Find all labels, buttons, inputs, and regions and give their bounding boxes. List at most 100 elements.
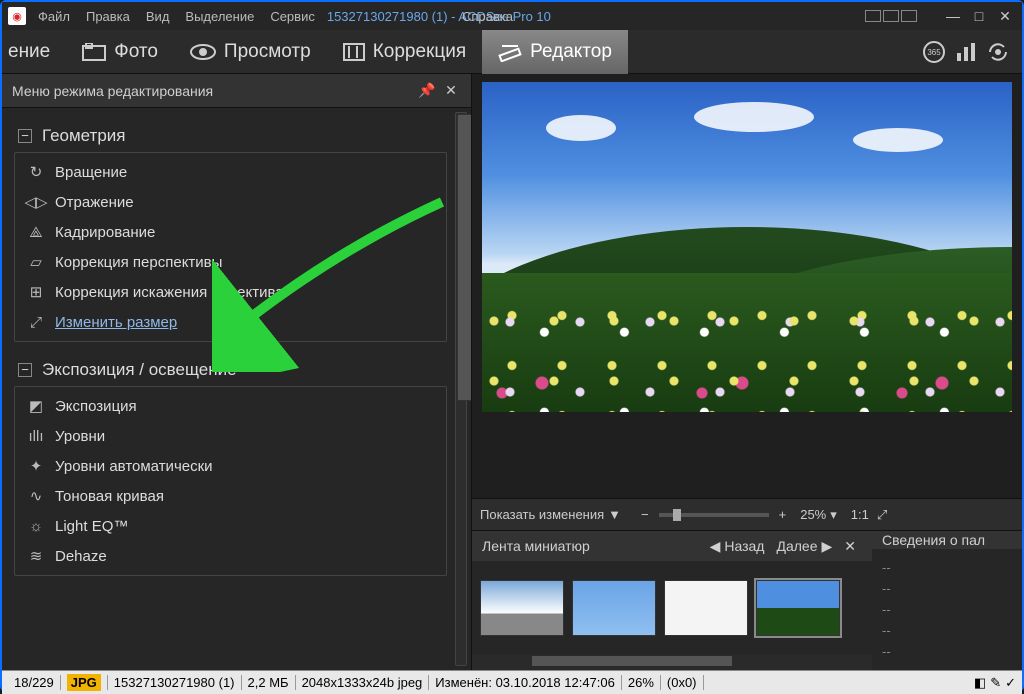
exposure-icon: ◩ [25,396,47,416]
info-row: -- [882,578,1012,599]
group-exposure: ◩Экспозиция ıllıУровни ✦Уровни автоматич… [14,386,447,576]
close-button[interactable]: ✕ [994,7,1016,25]
dehaze-icon: ≋ [25,546,47,566]
show-changes-label[interactable]: Показать изменения [480,507,604,522]
filmstrip-title: Лента миниатюр [482,538,590,554]
status-tool-icon[interactable]: ◧ [974,675,986,691]
mode-tabs: ение Фото Просмотр Коррекция Редактор 36… [2,30,1022,74]
zoom-dropdown-icon[interactable]: ▾ [826,507,841,523]
svg-text:365: 365 [927,48,941,57]
status-modified: Изменён: 03.10.2018 12:47:06 [429,675,622,690]
lighteq-icon: ☼ [25,516,47,536]
image-canvas[interactable] [482,82,1012,412]
flip-icon: ◁▷ [25,192,47,212]
info-title: Сведения о пал [882,532,985,548]
autolevels-icon: ✦ [25,456,47,476]
status-tool-icon[interactable]: ✎ [990,675,1001,691]
menu-view[interactable]: Вид [146,9,170,24]
thumbnail[interactable] [480,580,564,636]
fit-button[interactable]: ⤢ [873,507,891,523]
dashboard-icon[interactable] [952,38,980,66]
status-bar: 18/229 JPG 15327130271980 (1) 2,2 МБ 204… [2,670,1022,694]
maximize-button[interactable]: □ [968,7,990,25]
thumbnail[interactable] [664,580,748,636]
info-row: -- [882,641,1012,662]
viewer-area: Показать изменения ▼ − + 25% ▾ 1:1 ⤢ Лен… [472,74,1022,670]
menu-help[interactable]: Справка [462,9,513,24]
tool-perspective[interactable]: ▱Коррекция перспективы [15,247,446,277]
tool-lens[interactable]: ⊞Коррекция искажения объектива [15,277,446,307]
status-filename: 15327130271980 (1) [108,675,242,690]
info-row: -- [882,599,1012,620]
levels-icon: ıllı [25,426,47,446]
mode-edit[interactable]: Редактор [482,30,628,74]
tool-rotate[interactable]: ↻Вращение [15,157,446,187]
resize-icon: ⤢ [25,312,47,332]
mode-develop[interactable]: Коррекция [327,30,482,74]
menu-select[interactable]: Выделение [185,9,254,24]
menu-tools[interactable]: Сервис [270,9,315,24]
actual-size-button[interactable]: 1:1 [847,507,873,522]
tool-exposure[interactable]: ◩Экспозиция [15,391,446,421]
nav-forward-button[interactable]: Далее ▶ [770,538,838,555]
dropdown-icon[interactable]: ▼ [604,507,625,522]
info-row: -- [882,557,1012,578]
group-exposure-header[interactable]: − Экспозиция / освещение [14,352,447,386]
mode-manage[interactable]: ение [2,30,66,74]
nav-back-button[interactable]: ◀ Назад [704,538,771,555]
panel-close-icon[interactable]: ✕ [441,81,461,101]
rotate-icon: ↻ [25,162,47,182]
status-zoom: 26% [622,675,661,690]
minimize-button[interactable]: — [942,7,964,25]
menu-file[interactable]: Файл [38,9,70,24]
status-index: 18/229 [8,675,61,690]
panel-title: Меню режима редактирования [12,83,213,99]
thumbnail-selected[interactable] [756,580,840,636]
collapse-icon[interactable]: − [18,129,32,143]
zoom-value: 25% [800,507,826,522]
group-geometry: ↻Вращение ◁▷Отражение ⟁Кадрирование ▱Кор… [14,152,447,342]
titlebar: ◉ Файл Правка Вид Выделение Сервис 15327… [2,2,1022,30]
tool-autolevels[interactable]: ✦Уровни автоматически [15,451,446,481]
crop-icon: ⟁ [25,222,47,242]
zoom-slider[interactable] [659,513,769,517]
status-coords: (0x0) [661,675,704,690]
group-geometry-header[interactable]: − Геометрия [14,118,447,152]
app-icon: ◉ [8,7,26,25]
pin-icon[interactable]: 📌 [417,81,437,101]
thumbnails [472,561,872,654]
ruler-pencil-icon [498,42,522,62]
mode-view[interactable]: Просмотр [174,30,327,74]
tool-lighteq[interactable]: ☼Light EQ™ [15,511,446,541]
tool-curve[interactable]: ∿Тоновая кривая [15,481,446,511]
sync-icon[interactable] [984,38,1012,66]
layout-presets[interactable] [864,10,918,22]
window-title: 15327130271980 (1) - ACDSee Pro 10 [327,9,551,24]
tool-resize[interactable]: ⤢Изменить размер [15,307,446,337]
lens-icon: ⊞ [25,282,47,302]
status-filesize: 2,2 МБ [242,675,296,690]
filmstrip-close-icon[interactable]: ✕ [838,538,862,555]
panel-scrollbar[interactable] [455,112,467,666]
status-tool-icon[interactable]: ✓ [1005,675,1016,691]
mode-photo[interactable]: Фото [66,30,174,74]
zoom-in-button[interactable]: + [775,507,791,522]
viewer-toolbar: Показать изменения ▼ − + 25% ▾ 1:1 ⤢ [472,498,1022,530]
menu-edit[interactable]: Правка [86,9,130,24]
curve-icon: ∿ [25,486,47,506]
365-icon[interactable]: 365 [920,38,948,66]
tool-crop[interactable]: ⟁Кадрирование [15,217,446,247]
thumbnail[interactable] [572,580,656,636]
tool-flip[interactable]: ◁▷Отражение [15,187,446,217]
eye-icon [190,43,216,61]
filmstrip-panel: Лента миниатюр ◀ Назад Далее ▶ ✕ [472,531,872,670]
perspective-icon: ▱ [25,252,47,272]
status-format: JPG [61,675,108,690]
tool-dehaze[interactable]: ≋Dehaze [15,541,446,571]
status-dimensions: 2048x1333x24b jpeg [296,675,430,690]
filmstrip-scrollbar[interactable] [472,654,872,670]
info-row: -- [882,620,1012,641]
collapse-icon[interactable]: − [18,363,32,377]
tool-levels[interactable]: ıllıУровни [15,421,446,451]
zoom-out-button[interactable]: − [637,507,653,522]
